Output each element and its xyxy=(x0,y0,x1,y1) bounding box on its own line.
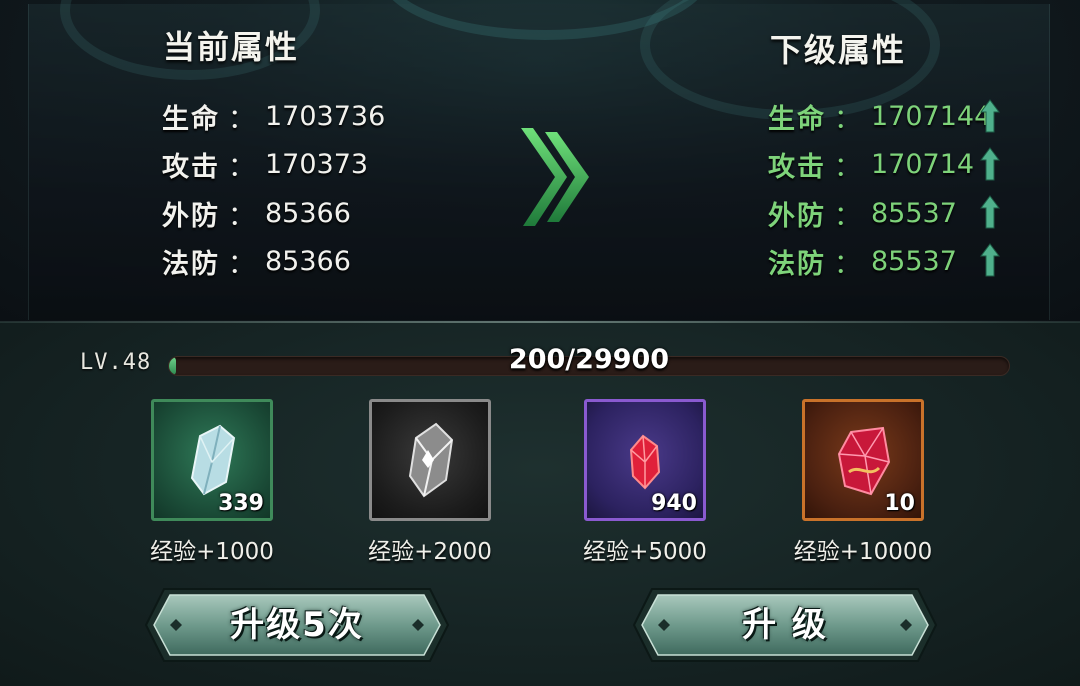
increase-arrow-icon xyxy=(980,99,1000,133)
stat-label: 法防 xyxy=(768,248,826,280)
stat-value: 85366 xyxy=(265,197,351,229)
item-count: 339 xyxy=(218,491,264,516)
next-stat-attack: 攻击： 170714 xyxy=(768,144,974,184)
increase-arrow-icon xyxy=(980,195,1000,229)
stat-separator: ： xyxy=(834,103,861,135)
next-stat-magic-def: 法防： 85537 xyxy=(768,241,957,281)
stat-label: 攻击 xyxy=(162,151,220,183)
current-stat-phys-def: 外防： 85366 xyxy=(162,193,351,233)
next-stat-hp: 生命： 1707144 xyxy=(768,96,991,136)
item-count: 940 xyxy=(651,491,697,516)
item-exp-caption: 经验+2000 xyxy=(368,539,492,565)
item-exp-caption: 经验+1000 xyxy=(150,539,274,565)
stat-value: 170373 xyxy=(265,148,369,180)
stat-separator: ： xyxy=(834,200,861,232)
stat-value: 1707144 xyxy=(871,100,992,132)
current-attributes-title: 当前属性 xyxy=(163,28,300,66)
stat-value: 85366 xyxy=(265,245,351,277)
upgrade-five-times-button[interactable]: 升级5次 xyxy=(142,583,452,667)
level-label: LV.48 xyxy=(80,350,152,375)
stat-separator: ： xyxy=(834,248,861,280)
exp-item-slot-2[interactable] xyxy=(369,399,491,521)
exp-item-slot-3[interactable]: 940 xyxy=(584,399,706,521)
stat-value: 170714 xyxy=(871,148,975,180)
exp-progress-text: 200/29900 xyxy=(508,344,670,375)
stat-label: 生命 xyxy=(162,103,220,135)
next-attributes-title: 下级属性 xyxy=(770,31,907,69)
increase-arrow-icon xyxy=(980,243,1000,277)
next-stat-phys-def: 外防： 85537 xyxy=(768,193,957,233)
stat-label: 外防 xyxy=(162,200,220,232)
stat-label: 攻击 xyxy=(768,151,826,183)
stat-label: 外防 xyxy=(768,200,826,232)
stat-separator: ： xyxy=(834,151,861,183)
stat-separator: ： xyxy=(228,248,255,280)
exp-item-slot-1[interactable]: 339 xyxy=(151,399,273,521)
current-stat-attack: 攻击： 170373 xyxy=(162,144,368,184)
upgrade-button[interactable]: 升 级 xyxy=(630,583,940,667)
button-label: 升级5次 xyxy=(230,605,364,645)
exp-item-slot-4[interactable]: 10 xyxy=(802,399,924,521)
double-chevron-icon xyxy=(521,128,589,226)
current-stat-hp: 生命： 1703736 xyxy=(162,96,385,136)
item-exp-caption: 经验+10000 xyxy=(793,539,933,565)
increase-arrow-icon xyxy=(980,147,1000,181)
crystal-gem-icon xyxy=(408,422,454,498)
stat-separator: ： xyxy=(228,200,255,232)
stat-label: 法防 xyxy=(162,248,220,280)
stat-value: 85537 xyxy=(871,197,957,229)
current-stat-magic-def: 法防： 85366 xyxy=(162,241,351,281)
item-exp-caption: 经验+5000 xyxy=(583,539,707,565)
button-label: 升 级 xyxy=(742,605,828,645)
item-count: 10 xyxy=(884,491,915,516)
stat-value: 85537 xyxy=(871,245,957,277)
stat-separator: ： xyxy=(228,151,255,183)
stat-value: 1703736 xyxy=(265,100,386,132)
stat-label: 生命 xyxy=(768,103,826,135)
stat-separator: ： xyxy=(228,103,255,135)
